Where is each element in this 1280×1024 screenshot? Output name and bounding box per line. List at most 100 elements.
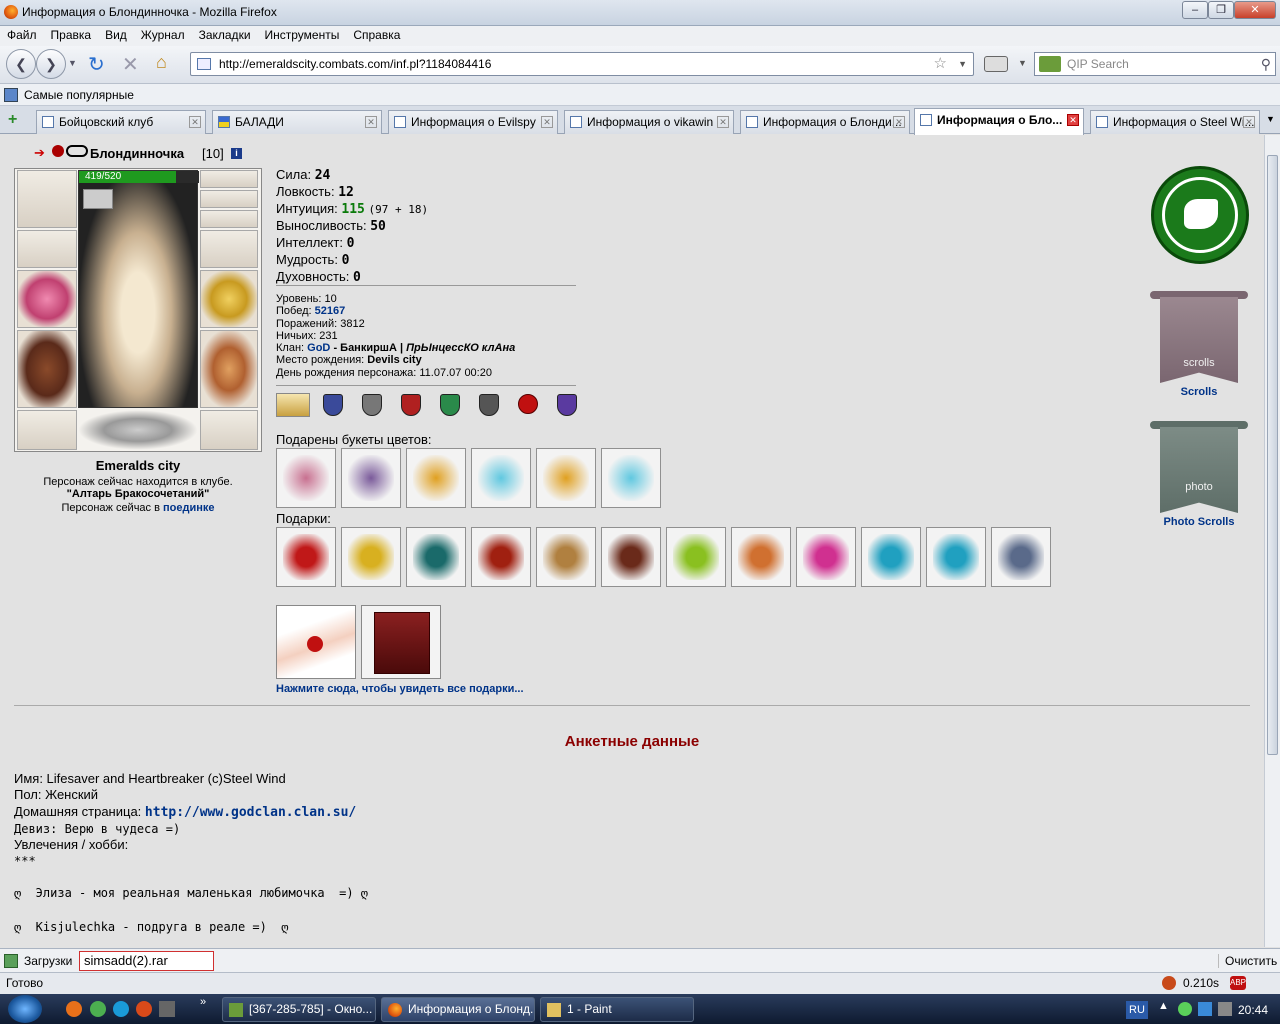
slot-necklace[interactable]: [17, 230, 77, 268]
tray-expand-icon[interactable]: ▲: [1158, 1000, 1169, 1012]
stop-icon[interactable]: ✕: [122, 52, 139, 77]
gift-item[interactable]: [276, 527, 336, 587]
tab-baladi[interactable]: БАЛАДИ ✕: [212, 110, 382, 134]
minimize-button[interactable]: –: [1182, 1, 1208, 19]
gift-item[interactable]: [341, 527, 401, 587]
goat-clan-icon[interactable]: [1151, 166, 1249, 264]
vertical-scrollbar[interactable]: [1264, 135, 1280, 947]
tab-list-icon[interactable]: ▼: [1266, 114, 1275, 124]
downloads-label[interactable]: Загрузки: [24, 954, 72, 968]
home-icon[interactable]: ⌂: [156, 52, 167, 73]
quicklaunch-more-icon[interactable]: »: [200, 996, 206, 1008]
tab-close-icon[interactable]: ✕: [365, 116, 377, 128]
menu-history[interactable]: Журнал: [134, 26, 192, 44]
slot-boots[interactable]: [200, 410, 258, 450]
flower-bouquet[interactable]: [536, 448, 596, 508]
gift-item[interactable]: [731, 527, 791, 587]
character-avatar[interactable]: 419/520: [78, 170, 199, 408]
menu-bookmarks[interactable]: Закладки: [192, 26, 258, 44]
forward-button[interactable]: ❯: [36, 49, 66, 79]
tab-vikawin[interactable]: Информация о vikawin ✕: [564, 110, 734, 134]
taskbar-item-firefox[interactable]: Информация о Блонд...: [381, 997, 535, 1022]
quicklaunch-app-icon[interactable]: [136, 1001, 152, 1017]
gift-item[interactable]: [991, 527, 1051, 587]
gift-item[interactable]: [406, 527, 466, 587]
slot-gloves[interactable]: [200, 230, 258, 268]
tab-close-icon[interactable]: ✕: [1067, 114, 1079, 126]
menu-file[interactable]: Файл: [0, 26, 44, 44]
quicklaunch-skype-icon[interactable]: [113, 1001, 129, 1017]
star-icon[interactable]: ☆: [934, 53, 947, 75]
effect-icon[interactable]: [83, 189, 113, 209]
gift-item[interactable]: [601, 527, 661, 587]
slot-weapon[interactable]: [17, 270, 77, 328]
addon-icon[interactable]: [1162, 976, 1176, 990]
scrolls-link[interactable]: Scrolls: [1150, 386, 1248, 398]
tab-fightclub[interactable]: Бойцовский клуб ✕: [36, 110, 206, 134]
photo-banner-icon[interactable]: photo: [1150, 421, 1248, 517]
gift-item[interactable]: [471, 527, 531, 587]
quicklaunch-icq-icon[interactable]: [90, 1001, 106, 1017]
tab-steelwind[interactable]: Информация о Steel Wi... ✕: [1090, 110, 1260, 134]
url-dropdown-icon[interactable]: ▼: [958, 53, 967, 75]
tab-evilspy[interactable]: Информация о Evilspy ✕: [388, 110, 558, 134]
medal-shield-icon[interactable]: [479, 394, 499, 416]
tab-close-icon[interactable]: ✕: [541, 116, 553, 128]
tab-blondi[interactable]: Информация о Блонди... ✕: [740, 110, 910, 134]
taskbar-item-paint[interactable]: 1 - Paint: [540, 997, 694, 1022]
quicklaunch-media-icon[interactable]: [159, 1001, 175, 1017]
medal-shield-icon[interactable]: [362, 394, 382, 416]
homepage-link[interactable]: http://www.godclan.clan.su/: [145, 805, 356, 820]
medal-shield-icon[interactable]: [440, 394, 460, 416]
tab-close-icon[interactable]: ✕: [189, 116, 201, 128]
gift-book[interactable]: [361, 605, 441, 679]
camera-icon[interactable]: [984, 56, 1008, 72]
url-bar[interactable]: http://emeraldscity.combats.com/inf.pl?1…: [190, 52, 974, 76]
gift-item[interactable]: [796, 527, 856, 587]
adblock-icon[interactable]: ABP: [1230, 976, 1246, 990]
menu-view[interactable]: Вид: [98, 26, 134, 44]
search-input[interactable]: QIP Search ⚲: [1034, 52, 1276, 76]
gift-item[interactable]: [926, 527, 986, 587]
gift-item[interactable]: [536, 527, 596, 587]
slot-belt[interactable]: [17, 410, 77, 450]
tray-icq-icon[interactable]: [1178, 1002, 1192, 1016]
info-icon[interactable]: i: [231, 148, 242, 159]
quicklaunch-firefox-icon[interactable]: [66, 1001, 82, 1017]
tray-volume-icon[interactable]: [1218, 1002, 1232, 1016]
medal-shield-icon[interactable]: [401, 394, 421, 416]
medal-rings-icon[interactable]: [276, 393, 310, 417]
flower-bouquet[interactable]: [601, 448, 661, 508]
taskbar-item-qip[interactable]: [367-285-785] - Окно...: [222, 997, 376, 1022]
slot-armor[interactable]: [17, 330, 77, 408]
slot-earrings[interactable]: [200, 170, 258, 188]
download-item[interactable]: simsadd(2).rar: [79, 951, 214, 971]
clan-link[interactable]: GoD: [307, 342, 330, 354]
all-gifts-link[interactable]: Нажмите сюда, чтобы увидеть все подарки.…: [276, 683, 524, 695]
slot-dress[interactable]: [200, 330, 258, 408]
tab-close-icon[interactable]: ✕: [893, 116, 905, 128]
camera-dropdown-icon[interactable]: ▼: [1018, 58, 1027, 68]
tray-network-icon[interactable]: [1198, 1002, 1212, 1016]
scrollbar-thumb[interactable]: [1267, 155, 1278, 755]
photo-scrolls-link[interactable]: Photo Scrolls: [1150, 516, 1248, 528]
medal-shield-icon[interactable]: [557, 394, 577, 416]
flower-bouquet[interactable]: [406, 448, 466, 508]
slot-helmet[interactable]: [17, 170, 77, 228]
menu-edit[interactable]: Правка: [44, 26, 99, 44]
flower-bouquet[interactable]: [276, 448, 336, 508]
language-indicator[interactable]: RU: [1126, 1001, 1148, 1019]
maximize-button[interactable]: ❐: [1208, 1, 1234, 19]
close-button[interactable]: ✕: [1234, 1, 1276, 19]
fight-link[interactable]: поединке: [163, 502, 215, 514]
tab-close-icon[interactable]: ✕: [717, 116, 729, 128]
tab-close-icon[interactable]: ✕: [1243, 116, 1255, 128]
slot-shield[interactable]: [200, 270, 258, 328]
start-button[interactable]: [8, 995, 42, 1023]
scrolls-banner-icon[interactable]: scrolls: [1150, 291, 1248, 387]
new-tab-icon[interactable]: +: [8, 112, 24, 128]
medal-shield-icon[interactable]: [323, 394, 343, 416]
back-button[interactable]: ❮: [6, 49, 36, 79]
clear-downloads-button[interactable]: Очистить: [1218, 954, 1277, 968]
history-dropdown-icon[interactable]: ▼: [68, 58, 77, 68]
